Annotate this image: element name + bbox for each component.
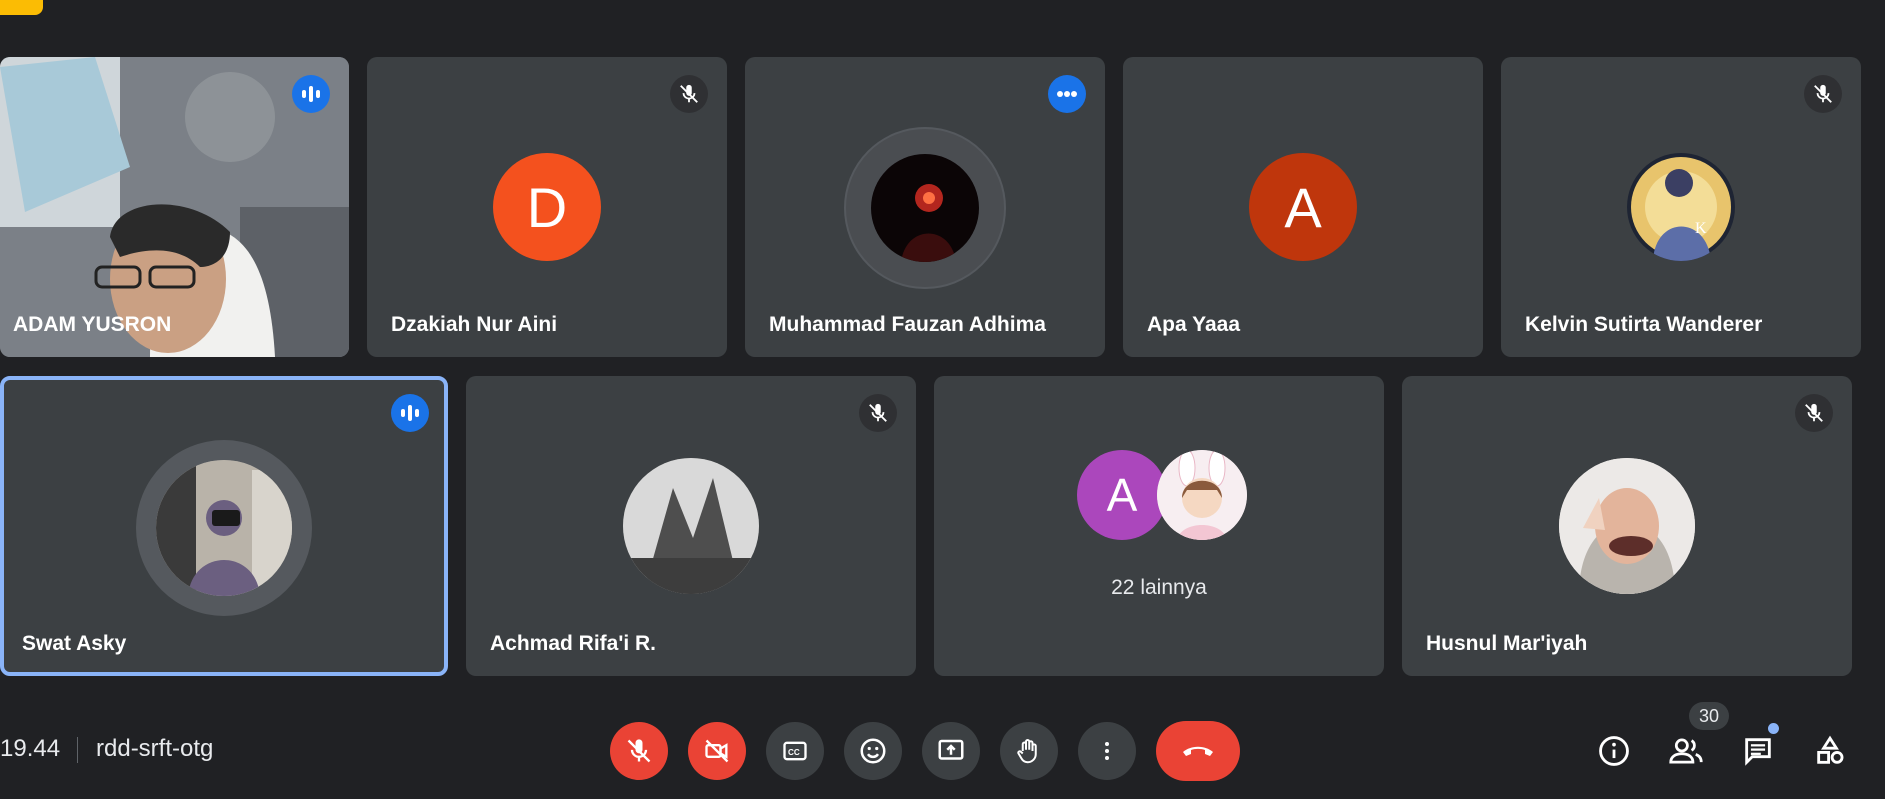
more-options-button[interactable] bbox=[1078, 722, 1136, 780]
meeting-time: 19.44 bbox=[0, 735, 61, 762]
participant-name: Apa Yaaa bbox=[1147, 313, 1241, 336]
participant-name: Muhammad Fauzan Adhima bbox=[769, 313, 1046, 336]
participant-tile-swat-asky[interactable]: Swat Asky bbox=[0, 376, 448, 676]
participant-name: Dzakiah Nur Aini bbox=[391, 313, 558, 336]
chat-notification-dot bbox=[1768, 723, 1779, 734]
participant-name: ADAM YUSRON bbox=[13, 313, 172, 336]
phone-hangup-icon bbox=[1183, 746, 1213, 756]
camera-toggle-button[interactable] bbox=[688, 722, 746, 780]
avatar: D bbox=[493, 153, 601, 261]
avatar bbox=[1157, 450, 1247, 540]
avatar bbox=[871, 154, 979, 262]
captions-icon: CC bbox=[783, 741, 807, 761]
chat-button[interactable] bbox=[1735, 728, 1781, 774]
chat-icon bbox=[1745, 738, 1771, 766]
mic-off-icon bbox=[859, 394, 897, 432]
avatar-initial: A bbox=[1106, 469, 1138, 521]
meeting-code: rdd-srft-otg bbox=[96, 735, 214, 762]
status-tab bbox=[0, 0, 43, 15]
avatar bbox=[623, 458, 759, 594]
participant-tile-achmad-rifai[interactable]: Achmad Rifa'i R. bbox=[466, 376, 916, 676]
avatar bbox=[1559, 458, 1695, 594]
activities-icon bbox=[1817, 735, 1844, 764]
avatar-initial: A bbox=[1284, 175, 1322, 239]
avatar: A bbox=[1249, 153, 1357, 261]
raise-hand-button[interactable] bbox=[1000, 722, 1058, 780]
people-button[interactable] bbox=[1663, 728, 1709, 774]
avatar: K bbox=[1627, 153, 1735, 261]
participant-tile-apa-yaaa[interactable]: A Apa Yaaa bbox=[1123, 57, 1483, 357]
participant-tile-adam-yusron[interactable]: ADAM YUSRON bbox=[0, 57, 349, 357]
info-icon bbox=[1599, 736, 1629, 766]
svg-text:CC: CC bbox=[788, 748, 800, 757]
avatar: A bbox=[1077, 450, 1167, 540]
svg-text:K: K bbox=[1695, 220, 1707, 237]
participant-tile-others[interactable]: A 22 lainnya bbox=[934, 376, 1384, 676]
avatar-initial: D bbox=[526, 175, 568, 239]
participant-name: Kelvin Sutirta Wanderer bbox=[1525, 313, 1763, 336]
mic-off-icon bbox=[670, 75, 708, 113]
participant-tile-husnul-mariyah[interactable]: Husnul Mar'iyah bbox=[1402, 376, 1852, 676]
participant-count-badge: 30 bbox=[1689, 702, 1729, 730]
present-screen-icon bbox=[938, 739, 964, 760]
participant-tile-muhammad-fauzan-adhima[interactable]: Muhammad Fauzan Adhima bbox=[745, 57, 1105, 357]
divider bbox=[77, 737, 78, 763]
more-vert-icon bbox=[1105, 742, 1109, 760]
speaking-indicator-icon bbox=[292, 75, 330, 113]
camera-off-icon bbox=[705, 739, 729, 763]
meeting-info-button[interactable] bbox=[1591, 728, 1637, 774]
captions-button[interactable]: CC bbox=[766, 722, 824, 780]
raise-hand-icon bbox=[1017, 739, 1037, 764]
people-icon bbox=[1669, 738, 1703, 764]
mic-off-icon bbox=[1795, 394, 1833, 432]
participant-name: Achmad Rifa'i R. bbox=[490, 632, 657, 655]
emoji-button[interactable] bbox=[844, 722, 902, 780]
mic-off-icon bbox=[627, 739, 651, 763]
mic-off-icon bbox=[1804, 75, 1842, 113]
participant-name: Husnul Mar'iyah bbox=[1426, 632, 1588, 655]
present-screen-button[interactable] bbox=[922, 722, 980, 780]
others-count-label: 22 lainnya bbox=[1111, 576, 1207, 599]
emoji-icon bbox=[860, 738, 886, 764]
avatar bbox=[156, 460, 292, 596]
speaking-indicator-icon bbox=[391, 394, 429, 432]
participant-tile-dzakiah-nur-aini[interactable]: D Dzakiah Nur Aini bbox=[367, 57, 727, 357]
end-call-button[interactable] bbox=[1156, 721, 1240, 781]
participant-name: Swat Asky bbox=[22, 632, 127, 655]
participant-tile-kelvin-sutirta-wanderer[interactable]: K Kelvin Sutirta Wanderer bbox=[1501, 57, 1861, 357]
speaking-indicator-icon bbox=[1048, 75, 1086, 113]
activities-button[interactable] bbox=[1807, 728, 1853, 774]
mic-toggle-button[interactable] bbox=[610, 722, 668, 780]
